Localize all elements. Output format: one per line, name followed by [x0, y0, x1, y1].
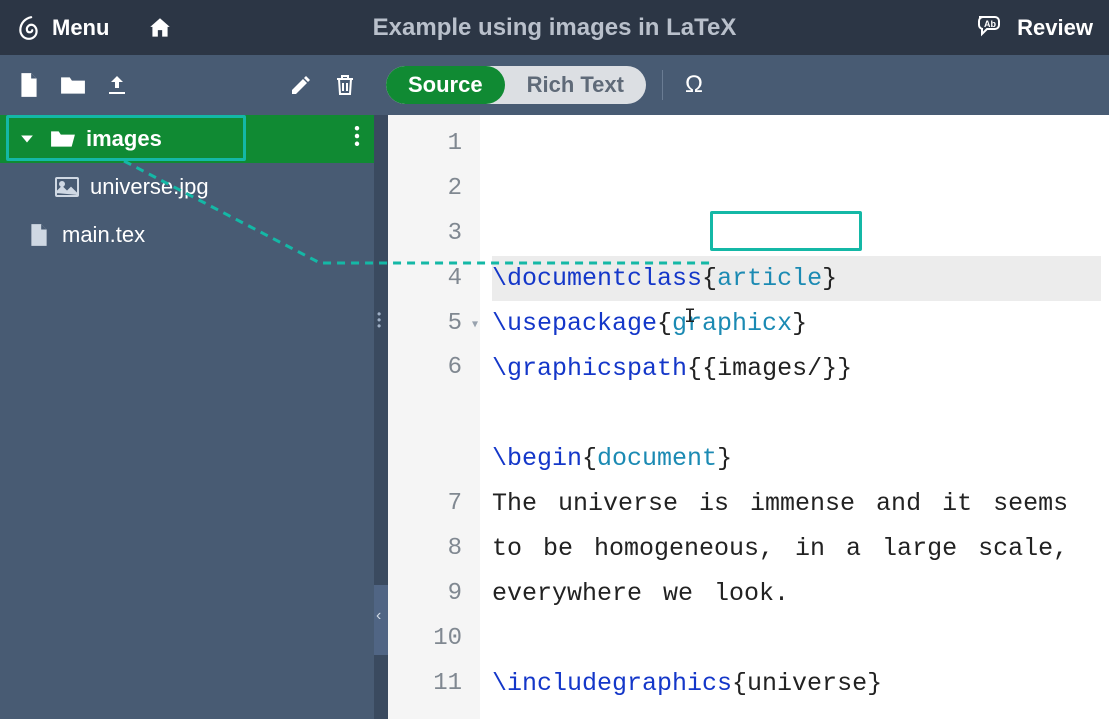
home-icon[interactable] — [147, 15, 173, 41]
code-editor[interactable]: 12345▾67891011 I \documentclass{article}… — [388, 115, 1109, 719]
code-line[interactable]: \includegraphics{universe} — [492, 661, 1101, 706]
line-number: 2 — [388, 166, 480, 211]
collapse-handle-icon[interactable] — [374, 585, 388, 655]
file-label: main.tex — [62, 222, 145, 248]
line-number: 10 — [388, 616, 480, 661]
line-number: 9 — [388, 571, 480, 616]
file-tree: images universe.jpg main.tex — [0, 115, 374, 719]
main-area: images universe.jpg main.tex ••• 12345▾6… — [0, 115, 1109, 719]
code-line[interactable] — [492, 616, 1101, 661]
line-number: 6 — [388, 346, 480, 481]
new-file-icon[interactable] — [16, 72, 42, 98]
symbols-button[interactable]: Ω — [681, 72, 707, 98]
upload-icon[interactable] — [104, 72, 130, 98]
line-number: 7 — [388, 481, 480, 526]
chevron-down-icon — [14, 132, 40, 146]
file-main-tex[interactable]: main.tex — [0, 211, 374, 259]
pane-divider[interactable]: ••• — [374, 115, 388, 719]
fold-marker-icon[interactable]: ▾ — [472, 316, 478, 331]
svg-text:Ab: Ab — [984, 19, 996, 29]
tool-row: Source Rich Text Ω — [0, 55, 1109, 115]
code-line[interactable]: The universe is immense and it seems to … — [492, 481, 1101, 616]
menu-label: Menu — [52, 15, 109, 41]
menu-button[interactable]: Menu — [52, 15, 109, 41]
richtext-mode-tab[interactable]: Rich Text — [505, 66, 646, 104]
code-line[interactable] — [492, 706, 1101, 719]
line-number: 8 — [388, 526, 480, 571]
folder-label: images — [86, 126, 162, 152]
image-file-icon — [54, 177, 80, 197]
line-number: 3 — [388, 211, 480, 256]
code-line[interactable]: \documentclass{article} — [492, 256, 1101, 301]
overleaf-logo-icon — [16, 15, 42, 41]
review-label: Review — [1017, 15, 1093, 41]
top-bar: Menu Example using images in LaTeX Ab Re… — [0, 0, 1109, 55]
review-button[interactable]: Ab Review — [975, 11, 1093, 45]
new-folder-icon[interactable] — [60, 72, 86, 98]
drag-dots-icon: ••• — [377, 311, 382, 329]
folder-images[interactable]: images — [0, 115, 374, 163]
code-line[interactable]: \graphicspath{{images/}} — [492, 346, 1101, 391]
code-line[interactable]: \begin{document} — [492, 436, 1101, 481]
delete-icon[interactable] — [332, 72, 358, 98]
code-content[interactable]: I \documentclass{article}\usepackage{gra… — [480, 115, 1109, 719]
line-number: 5▾ — [388, 301, 480, 346]
editor-mode-toggle: Source Rich Text — [386, 66, 646, 104]
folder-menu-icon[interactable] — [354, 126, 360, 152]
document-file-icon — [26, 223, 52, 247]
line-number: 1 — [388, 121, 480, 166]
file-tree-toolbar — [0, 72, 374, 98]
line-number: 4 — [388, 256, 480, 301]
code-line[interactable]: \usepackage{graphicx} — [492, 301, 1101, 346]
code-line[interactable] — [492, 391, 1101, 436]
folder-open-icon — [50, 129, 76, 149]
editor-toolbar: Source Rich Text Ω — [374, 66, 1109, 104]
line-number-gutter: 12345▾67891011 — [388, 115, 480, 719]
rename-icon[interactable] — [288, 72, 314, 98]
file-label: universe.jpg — [90, 174, 209, 200]
review-icon: Ab — [975, 11, 1007, 45]
toolbar-divider — [662, 70, 663, 100]
file-universe-jpg[interactable]: universe.jpg — [0, 163, 374, 211]
line-number: 11 — [388, 661, 480, 706]
source-mode-tab[interactable]: Source — [386, 66, 505, 104]
